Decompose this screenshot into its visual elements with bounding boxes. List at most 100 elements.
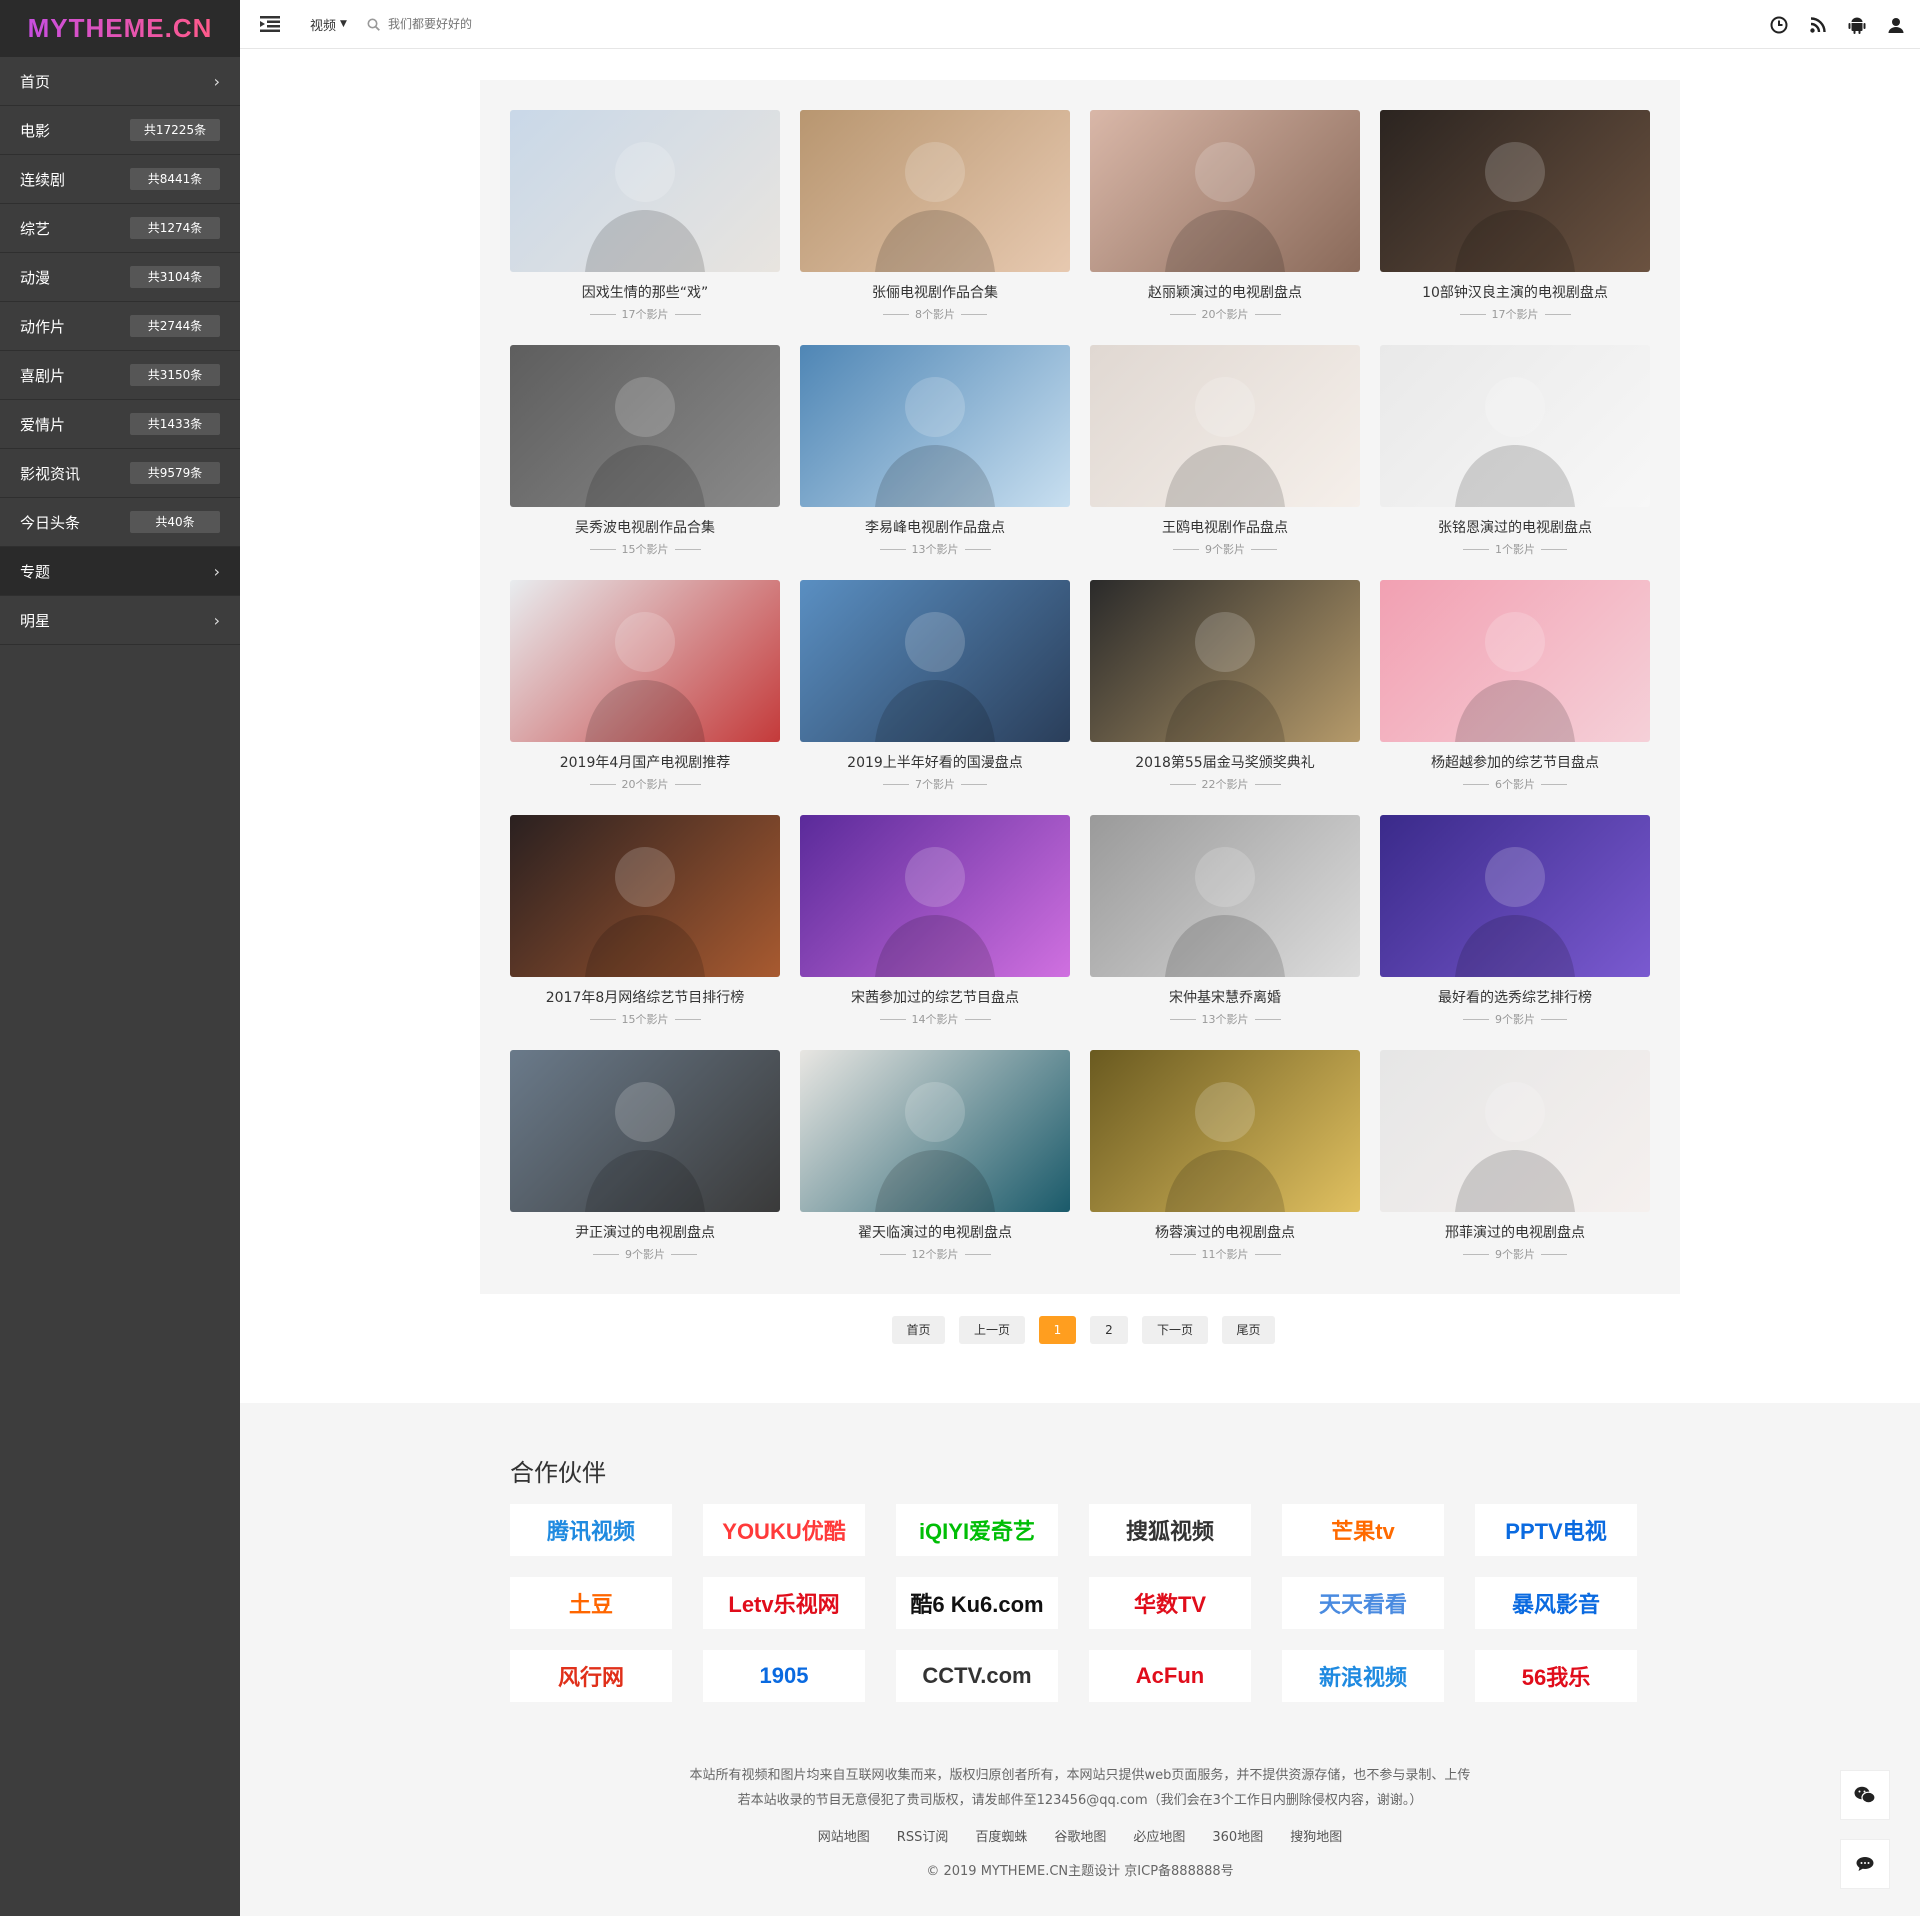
topic-card[interactable]: 张俪电视剧作品合集 8个影片	[800, 110, 1070, 345]
footer-link[interactable]: RSS订阅	[897, 1826, 949, 1845]
topic-title[interactable]: 10部钟汉良主演的电视剧盘点	[1422, 282, 1608, 302]
topic-thumbnail[interactable]	[1380, 345, 1650, 507]
rss-icon[interactable]	[1806, 13, 1830, 37]
topic-card[interactable]: 10部钟汉良主演的电视剧盘点 17个影片	[1380, 110, 1650, 345]
topic-thumbnail[interactable]	[510, 110, 780, 272]
page-first-button[interactable]: 首页	[892, 1316, 945, 1344]
sidebar-item[interactable]: 动作片 共2744条	[0, 302, 240, 351]
topic-thumbnail[interactable]	[800, 1050, 1070, 1212]
topic-thumbnail[interactable]	[510, 580, 780, 742]
topic-card[interactable]: 2017年8月网络综艺节目排行榜 15个影片	[510, 815, 780, 1050]
sidebar-item[interactable]: 喜剧片 共3150条	[0, 351, 240, 400]
topic-title[interactable]: 李易峰电视剧作品盘点	[865, 517, 1005, 537]
topic-card[interactable]: 2019上半年好看的国漫盘点 7个影片	[800, 580, 1070, 815]
partner-logo[interactable]: 风行网	[510, 1650, 672, 1702]
topic-thumbnail[interactable]	[1090, 580, 1360, 742]
menu-toggle-icon[interactable]	[240, 0, 300, 49]
site-logo[interactable]: MYTHEME.CN	[0, 0, 240, 57]
topic-card[interactable]: 宋仲基宋慧乔离婚 13个影片	[1090, 815, 1360, 1050]
sidebar-item[interactable]: 爱情片 共1433条	[0, 400, 240, 449]
footer-link[interactable]: 必应地图	[1133, 1826, 1185, 1845]
android-icon[interactable]	[1845, 13, 1869, 37]
topic-card[interactable]: 李易峰电视剧作品盘点 13个影片	[800, 345, 1070, 580]
topic-thumbnail[interactable]	[1090, 110, 1360, 272]
page-last-button[interactable]: 尾页	[1222, 1316, 1275, 1344]
partner-logo[interactable]: 搜狐视频	[1089, 1504, 1251, 1556]
topic-card[interactable]: 邢菲演过的电视剧盘点 9个影片	[1380, 1050, 1650, 1285]
footer-link[interactable]: 百度蜘蛛	[975, 1826, 1027, 1845]
sidebar-item[interactable]: 电影 共17225条	[0, 106, 240, 155]
topic-card[interactable]: 宋茜参加过的综艺节目盘点 14个影片	[800, 815, 1070, 1050]
topic-thumbnail[interactable]	[1380, 1050, 1650, 1212]
partner-logo[interactable]: 华数TV	[1089, 1577, 1251, 1629]
topic-card[interactable]: 吴秀波电视剧作品合集 15个影片	[510, 345, 780, 580]
partner-logo[interactable]: 新浪视频	[1282, 1650, 1444, 1702]
partner-logo[interactable]: 56我乐	[1475, 1650, 1637, 1702]
topic-title[interactable]: 张铭恩演过的电视剧盘点	[1438, 517, 1592, 537]
partner-logo[interactable]: PPTV电视	[1475, 1504, 1637, 1556]
partner-logo[interactable]: 腾讯视频	[510, 1504, 672, 1556]
topic-card[interactable]: 尹正演过的电视剧盘点 9个影片	[510, 1050, 780, 1285]
sidebar-item[interactable]: 影视资讯 共9579条	[0, 449, 240, 498]
history-clock-icon[interactable]	[1767, 13, 1791, 37]
topic-thumbnail[interactable]	[510, 815, 780, 977]
topic-thumbnail[interactable]	[800, 345, 1070, 507]
topic-card[interactable]: 最好看的选秀综艺排行榜 9个影片	[1380, 815, 1650, 1050]
footer-link[interactable]: 360地图	[1212, 1826, 1263, 1845]
topic-card[interactable]: 张铭恩演过的电视剧盘点 1个影片	[1380, 345, 1650, 580]
partner-logo[interactable]: 芒果tv	[1282, 1504, 1444, 1556]
topic-thumbnail[interactable]	[800, 580, 1070, 742]
topic-title[interactable]: 因戏生情的那些“戏”	[582, 282, 709, 302]
topic-thumbnail[interactable]	[1380, 110, 1650, 272]
page-next-button[interactable]: 下一页	[1142, 1316, 1208, 1344]
category-select[interactable]: 视频 ▼	[310, 15, 347, 34]
page-prev-button[interactable]: 上一页	[959, 1316, 1025, 1344]
partner-logo[interactable]: Letv乐视网	[703, 1577, 865, 1629]
topic-thumbnail[interactable]	[1380, 815, 1650, 977]
partner-logo[interactable]: 土豆	[510, 1577, 672, 1629]
page-current[interactable]: 1	[1039, 1316, 1076, 1344]
partner-logo[interactable]: 天天看看	[1282, 1577, 1444, 1629]
topic-thumbnail[interactable]	[1380, 580, 1650, 742]
topic-thumbnail[interactable]	[1090, 1050, 1360, 1212]
page-2-button[interactable]: 2	[1090, 1316, 1128, 1344]
topic-thumbnail[interactable]	[800, 815, 1070, 977]
topic-card[interactable]: 翟天临演过的电视剧盘点 12个影片	[800, 1050, 1070, 1285]
topic-card[interactable]: 2018第55届金马奖颁奖典礼 22个影片	[1090, 580, 1360, 815]
topic-title[interactable]: 赵丽颖演过的电视剧盘点	[1148, 282, 1302, 302]
topic-title[interactable]: 王鸥电视剧作品盘点	[1162, 517, 1288, 537]
footer-link[interactable]: 谷歌地图	[1054, 1826, 1106, 1845]
topic-thumbnail[interactable]	[1090, 345, 1360, 507]
topic-title[interactable]: 杨蓉演过的电视剧盘点	[1155, 1222, 1295, 1242]
sidebar-item[interactable]: 今日头条 共40条	[0, 498, 240, 547]
topic-title[interactable]: 杨超越参加的综艺节目盘点	[1431, 752, 1599, 772]
topic-card[interactable]: 赵丽颖演过的电视剧盘点 20个影片	[1090, 110, 1360, 345]
topic-thumbnail[interactable]	[510, 1050, 780, 1212]
topic-title[interactable]: 2018第55届金马奖颁奖典礼	[1135, 752, 1314, 772]
sidebar-item[interactable]: 综艺 共1274条	[0, 204, 240, 253]
search-input[interactable]	[387, 17, 688, 31]
topic-title[interactable]: 尹正演过的电视剧盘点	[575, 1222, 715, 1242]
partner-logo[interactable]: 暴风影音	[1475, 1577, 1637, 1629]
partner-logo[interactable]: 酷6 Ku6.com	[896, 1577, 1058, 1629]
topic-title[interactable]: 最好看的选秀综艺排行榜	[1438, 987, 1592, 1007]
topic-thumbnail[interactable]	[510, 345, 780, 507]
sidebar-item[interactable]: 明星 ›	[0, 596, 240, 645]
chat-float-button[interactable]	[1840, 1839, 1890, 1889]
topic-thumbnail[interactable]	[1090, 815, 1360, 977]
topic-title[interactable]: 邢菲演过的电视剧盘点	[1445, 1222, 1585, 1242]
topic-card[interactable]: 杨蓉演过的电视剧盘点 11个影片	[1090, 1050, 1360, 1285]
topic-title[interactable]: 张俪电视剧作品合集	[872, 282, 998, 302]
sidebar-item[interactable]: 连续剧 共8441条	[0, 155, 240, 204]
topic-title[interactable]: 宋茜参加过的综艺节目盘点	[851, 987, 1019, 1007]
topic-title[interactable]: 2017年8月网络综艺节目排行榜	[546, 987, 745, 1007]
sidebar-item[interactable]: 动漫 共3104条	[0, 253, 240, 302]
footer-link[interactable]: 搜狗地图	[1290, 1826, 1342, 1845]
topic-title[interactable]: 2019上半年好看的国漫盘点	[847, 752, 1023, 772]
topic-card[interactable]: 王鸥电视剧作品盘点 9个影片	[1090, 345, 1360, 580]
user-icon[interactable]	[1884, 13, 1908, 37]
partner-logo[interactable]: iQIYI爱奇艺	[896, 1504, 1058, 1556]
partner-logo[interactable]: CCTV.com	[896, 1650, 1058, 1702]
topic-title[interactable]: 2019年4月国产电视剧推荐	[560, 752, 731, 772]
topic-title[interactable]: 宋仲基宋慧乔离婚	[1169, 987, 1281, 1007]
